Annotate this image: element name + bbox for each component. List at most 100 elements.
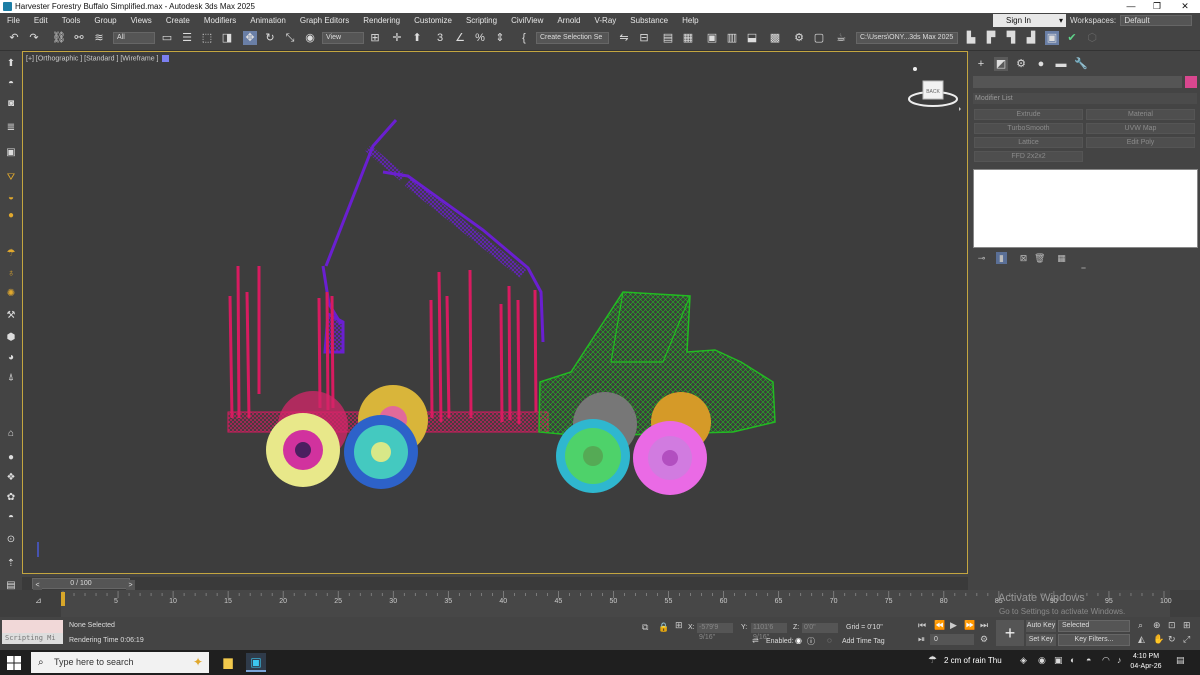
go-to-end-icon[interactable]: ⏭ <box>980 620 988 631</box>
angle-snap-icon[interactable]: ∠ <box>453 31 467 45</box>
check-icon[interactable]: ✔ <box>1065 31 1079 45</box>
substance-icon[interactable]: ✿ <box>3 491 19 505</box>
percent-snap-icon[interactable]: % <box>473 31 487 45</box>
app-tray-icon-5[interactable]: ◓ <box>1086 655 1091 665</box>
app-tray-icon-4[interactable]: ◐ <box>1070 655 1075 665</box>
layers-icon[interactable]: ≣ <box>3 121 19 135</box>
wifi-icon[interactable]: ◠ <box>1102 655 1110 666</box>
object-name-field[interactable] <box>973 76 1182 88</box>
home-icon[interactable] <box>913 67 917 71</box>
curve-editor-icon[interactable]: ▥ <box>725 31 739 45</box>
maximize-viewport-icon[interactable]: ⤢ <box>1183 634 1190 645</box>
show-end-result-icon[interactable]: ▮ <box>996 252 1007 264</box>
viewcube[interactable]: BACK <box>907 67 961 112</box>
pan-icon[interactable]: ✋ <box>1153 634 1164 645</box>
volume-icon[interactable]: ♪ <box>1117 655 1122 665</box>
file-explorer-icon[interactable]: ▆ <box>218 653 238 672</box>
edit-named-selections-icon[interactable]: { <box>517 31 531 45</box>
menu-tools[interactable]: Tools <box>55 16 88 25</box>
modifier-ffd-button[interactable]: FFD 2x2x2 <box>974 151 1083 162</box>
align-icon[interactable]: ⊟ <box>637 31 651 45</box>
menu-rendering[interactable]: Rendering <box>356 16 407 25</box>
next-key-icon[interactable]: ⏩ <box>964 620 975 631</box>
pin-stack-icon[interactable]: ⊸ <box>976 252 987 264</box>
time-slider[interactable]: < 0 / 100 > <box>22 577 968 591</box>
menu-group[interactable]: Group <box>87 16 123 25</box>
menu-edit[interactable]: Edit <box>27 16 55 25</box>
select-by-name-icon[interactable]: ☰ <box>180 31 194 45</box>
selection-set-dropdown[interactable]: Selected <box>1058 620 1130 632</box>
motion-tab-icon[interactable]: ● <box>1034 57 1048 71</box>
menu-graph-editors[interactable]: Graph Editors <box>293 16 356 25</box>
panel-resize-handle[interactable]: ═ <box>1078 263 1089 275</box>
orbit-icon[interactable]: ↻ <box>1168 634 1176 645</box>
material-editor-icon[interactable]: ▩ <box>768 31 782 45</box>
workspace-dropdown[interactable]: Default <box>1120 15 1193 26</box>
play-icon[interactable]: ▶ <box>950 620 957 631</box>
toggle-ribbon-icon[interactable]: ▣ <box>705 31 719 45</box>
named-selection-dropdown[interactable]: Create Selection Se <box>536 32 609 44</box>
box-icon[interactable]: ⬢ <box>3 331 19 345</box>
menu-views[interactable]: Views <box>124 16 159 25</box>
zoom-extents-icon[interactable]: ⊡ <box>1168 620 1176 631</box>
open-explorer-icon[interactable]: ▙ <box>964 31 978 45</box>
undo-icon[interactable]: ↶ <box>7 31 21 45</box>
key-filters-button[interactable]: Key Filters... <box>1058 634 1130 646</box>
keyboard-shortcut-override-icon[interactable]: ⬆ <box>410 31 424 45</box>
x-coordinate-field[interactable]: -579'9 9/16" <box>697 623 733 641</box>
pivot-center-icon[interactable]: ⊞ <box>368 31 382 45</box>
snaps-toggle-icon[interactable]: 3 <box>433 31 447 45</box>
time-slider-handle[interactable]: < 0 / 100 > <box>32 578 135 591</box>
import-icon[interactable]: ▟ <box>1024 31 1038 45</box>
remove-modifier-icon[interactable]: 🗑 <box>1034 252 1045 264</box>
sphere-shaded-icon[interactable]: ◕ <box>3 351 19 365</box>
helmet-icon[interactable]: ◒ <box>3 191 19 205</box>
spinner-snap-icon[interactable]: ⇕ <box>493 31 507 45</box>
placement-icon[interactable]: ◉ <box>303 31 317 45</box>
shapes-icon[interactable]: ❖ <box>3 471 19 485</box>
3ds-max-taskbar-icon[interactable]: ▣ <box>246 653 266 672</box>
z-coordinate-field[interactable]: 0'0" <box>802 623 838 633</box>
time-config-icon[interactable]: ⚙ <box>980 634 988 645</box>
go-to-start-icon[interactable]: ⏮ <box>918 620 926 631</box>
object-color-swatch[interactable] <box>1185 76 1197 88</box>
zoom-extents-all-icon[interactable]: ⊞ <box>1183 620 1191 631</box>
active-shade-icon[interactable]: ▣ <box>1045 31 1059 45</box>
link-icon[interactable]: ⛓ <box>52 31 66 45</box>
open-file-icon[interactable]: ▜ <box>1004 31 1018 45</box>
menu-scripting[interactable]: Scripting <box>459 16 504 25</box>
sphere-icon[interactable]: ● <box>3 451 19 465</box>
save-icon[interactable]: ▛ <box>984 31 998 45</box>
zoom-icon[interactable]: ⌕ <box>1138 620 1143 631</box>
vray-icon[interactable]: ⊙ <box>3 533 19 547</box>
flask-icon[interactable]: ⍋ <box>3 371 19 385</box>
set-key-button[interactable]: Set Key <box>1026 634 1056 646</box>
zoom-all-icon[interactable]: ⊕ <box>1153 620 1161 631</box>
modifier-turbosmooth-button[interactable]: TurboSmooth <box>974 123 1083 134</box>
bind-space-warp-icon[interactable]: ≋ <box>92 31 106 45</box>
rendered-frame-window-icon[interactable]: ▢ <box>812 31 826 45</box>
modifier-uvw-map-button[interactable]: UVW Map <box>1086 123 1195 134</box>
redo-icon[interactable]: ↷ <box>27 31 41 45</box>
modifier-extrude-button[interactable]: Extrude <box>974 109 1083 120</box>
grid-toggle-icon[interactable]: ⌂ <box>3 427 19 441</box>
render-production-icon[interactable]: ☕ <box>834 31 848 45</box>
create-tab-icon[interactable]: + <box>974 57 988 71</box>
select-move-icon[interactable]: ✥ <box>243 31 257 45</box>
enabled-toggle-icon[interactable]: ◉ <box>795 636 802 645</box>
set-keys-button[interactable]: + <box>996 620 1024 646</box>
select-rotate-icon[interactable]: ↻ <box>263 31 277 45</box>
umbrella-icon[interactable]: ☂ <box>3 247 19 261</box>
toggle-scene-explorer-icon[interactable]: ▤ <box>661 31 675 45</box>
maxscript-listener-field[interactable] <box>2 620 63 633</box>
modifier-stack[interactable] <box>973 169 1198 248</box>
close-button[interactable]: ✕ <box>1172 0 1198 13</box>
light-bulb-icon[interactable]: ♁ <box>3 267 19 281</box>
window-crossing-icon[interactable]: ◨ <box>220 31 234 45</box>
field-of-view-icon[interactable]: ◭ <box>1138 634 1145 645</box>
teapot-icon[interactable]: ◓ <box>3 77 19 91</box>
time-tag-icon[interactable]: ◌ <box>827 636 832 645</box>
menu-animation[interactable]: Animation <box>243 16 293 25</box>
selection-region-icon[interactable]: ⬚ <box>200 31 214 45</box>
sign-in-button[interactable]: Sign In ▾ <box>993 14 1066 27</box>
